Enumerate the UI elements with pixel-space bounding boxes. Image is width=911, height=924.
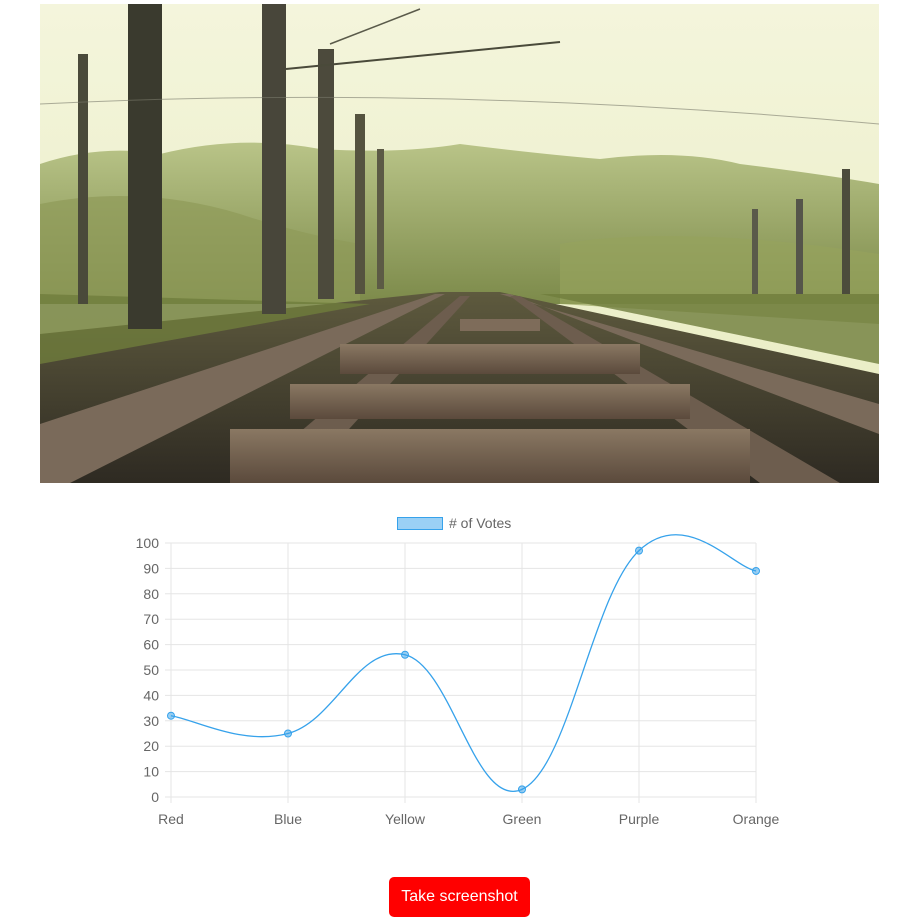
data-point	[752, 566, 760, 575]
y-tick-label: 50	[143, 662, 159, 678]
x-tick-label: Red	[158, 811, 184, 827]
y-tick-label: 10	[143, 764, 159, 780]
data-point	[635, 546, 643, 555]
y-tick-label: 100	[136, 535, 160, 551]
data-point	[167, 711, 175, 720]
data-point	[401, 650, 409, 659]
y-tick-label: 60	[143, 637, 159, 653]
data-point	[284, 729, 292, 738]
y-tick-label: 30	[143, 713, 159, 729]
y-tick-label: 0	[151, 789, 159, 805]
x-tick-label: Blue	[274, 811, 302, 827]
data-point	[518, 785, 526, 794]
page: # of Votes 0 10 20 30 40 50 60 70 80 90 100 Red Blue…	[0, 0, 911, 924]
y-tick-label: 40	[143, 687, 159, 703]
y-tick-label: 80	[143, 586, 159, 602]
take-screenshot-button[interactable]: Take screenshot	[389, 877, 530, 917]
y-tick-label: 20	[143, 738, 159, 754]
x-tick-label: Orange	[733, 811, 780, 827]
x-tick-label: Green	[503, 811, 542, 827]
hero-image	[40, 4, 879, 483]
railway-photo	[40, 4, 879, 483]
x-tick-label: Yellow	[385, 811, 426, 827]
chart-svg: 0 10 20 30 40 50 60 70 80 90 100 Red Blue Yellow Green…	[136, 534, 780, 827]
x-tick-label: Purple	[619, 811, 660, 827]
line-chart: 0 10 20 30 40 50 60 70 80 90 100 Red Blue Yellow Green…	[120, 505, 800, 835]
y-tick-label: 90	[143, 560, 159, 576]
series-line	[170, 534, 757, 793]
y-tick-label: 70	[143, 611, 159, 627]
